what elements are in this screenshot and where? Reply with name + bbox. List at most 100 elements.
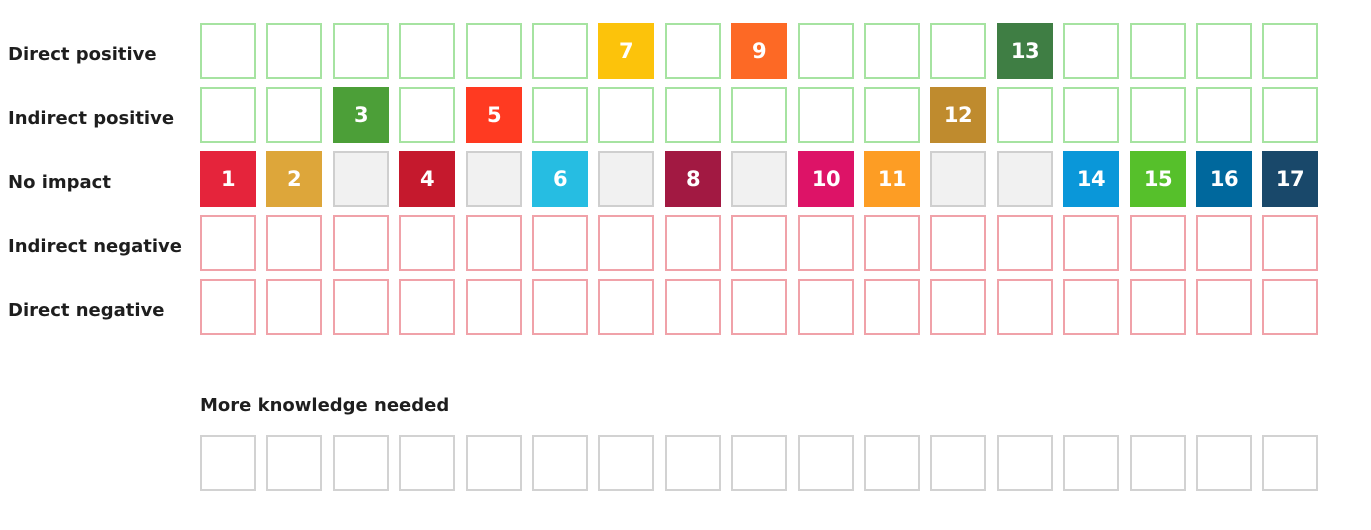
empty-slot-indirect-positive-14[interactable] xyxy=(1063,87,1119,143)
empty-slot-direct-positive-4[interactable] xyxy=(399,23,455,79)
empty-slot-direct-negative-11[interactable] xyxy=(864,279,920,335)
empty-slot-direct-negative-6[interactable] xyxy=(532,279,588,335)
empty-slot-direct-positive-15[interactable] xyxy=(1130,23,1186,79)
empty-slot-indirect-positive-4[interactable] xyxy=(399,87,455,143)
empty-slot-direct-positive-8[interactable] xyxy=(665,23,721,79)
empty-slot-direct-positive-10[interactable] xyxy=(798,23,854,79)
empty-slot-knowledge-15[interactable] xyxy=(1130,435,1186,491)
empty-slot-direct-positive-17[interactable] xyxy=(1262,23,1318,79)
empty-slot-knowledge-2[interactable] xyxy=(266,435,322,491)
empty-slot-knowledge-7[interactable] xyxy=(598,435,654,491)
empty-slot-indirect-negative-10[interactable] xyxy=(798,215,854,271)
empty-slot-knowledge-6[interactable] xyxy=(532,435,588,491)
empty-slot-indirect-negative-16[interactable] xyxy=(1196,215,1252,271)
empty-slot-indirect-negative-8[interactable] xyxy=(665,215,721,271)
empty-slot-indirect-negative-3[interactable] xyxy=(333,215,389,271)
empty-slot-knowledge-4[interactable] xyxy=(399,435,455,491)
empty-slot-indirect-negative-1[interactable] xyxy=(200,215,256,271)
empty-slot-indirect-negative-13[interactable] xyxy=(997,215,1053,271)
empty-slot-indirect-positive-15[interactable] xyxy=(1130,87,1186,143)
sdg-2-tile-no-impact[interactable]: 2 xyxy=(266,151,322,207)
empty-slot-indirect-negative-15[interactable] xyxy=(1130,215,1186,271)
empty-slot-direct-negative-4[interactable] xyxy=(399,279,455,335)
empty-slot-indirect-positive-6[interactable] xyxy=(532,87,588,143)
empty-slot-knowledge-16[interactable] xyxy=(1196,435,1252,491)
empty-slot-indirect-negative-12[interactable] xyxy=(930,215,986,271)
sdg-11-tile-no-impact[interactable]: 11 xyxy=(864,151,920,207)
sdg-16-tile-no-impact[interactable]: 16 xyxy=(1196,151,1252,207)
empty-slot-indirect-negative-14[interactable] xyxy=(1063,215,1119,271)
empty-slot-indirect-positive-16[interactable] xyxy=(1196,87,1252,143)
empty-slot-indirect-positive-2[interactable] xyxy=(266,87,322,143)
empty-slot-knowledge-14[interactable] xyxy=(1063,435,1119,491)
empty-slot-no-impact-3[interactable] xyxy=(333,151,389,207)
sdg-17-tile-no-impact[interactable]: 17 xyxy=(1262,151,1318,207)
empty-slot-direct-positive-12[interactable] xyxy=(930,23,986,79)
empty-slot-knowledge-9[interactable] xyxy=(731,435,787,491)
empty-slot-indirect-positive-17[interactable] xyxy=(1262,87,1318,143)
empty-slot-indirect-negative-9[interactable] xyxy=(731,215,787,271)
empty-slot-knowledge-12[interactable] xyxy=(930,435,986,491)
empty-slot-indirect-positive-7[interactable] xyxy=(598,87,654,143)
empty-slot-knowledge-10[interactable] xyxy=(798,435,854,491)
empty-slot-direct-positive-16[interactable] xyxy=(1196,23,1252,79)
empty-slot-no-impact-13[interactable] xyxy=(997,151,1053,207)
empty-slot-direct-negative-10[interactable] xyxy=(798,279,854,335)
empty-slot-direct-positive-1[interactable] xyxy=(200,23,256,79)
empty-slot-knowledge-11[interactable] xyxy=(864,435,920,491)
empty-slot-direct-negative-5[interactable] xyxy=(466,279,522,335)
empty-slot-direct-negative-9[interactable] xyxy=(731,279,787,335)
empty-slot-no-impact-12[interactable] xyxy=(930,151,986,207)
sdg-1-tile-no-impact[interactable]: 1 xyxy=(200,151,256,207)
empty-slot-direct-positive-14[interactable] xyxy=(1063,23,1119,79)
sdg-14-tile-no-impact[interactable]: 14 xyxy=(1063,151,1119,207)
empty-slot-indirect-negative-7[interactable] xyxy=(598,215,654,271)
sdg-5-tile-indirect-positive[interactable]: 5 xyxy=(466,87,522,143)
empty-slot-direct-negative-14[interactable] xyxy=(1063,279,1119,335)
empty-slot-knowledge-1[interactable] xyxy=(200,435,256,491)
empty-slot-direct-negative-3[interactable] xyxy=(333,279,389,335)
empty-slot-indirect-negative-2[interactable] xyxy=(266,215,322,271)
empty-slot-knowledge-17[interactable] xyxy=(1262,435,1318,491)
empty-slot-direct-positive-11[interactable] xyxy=(864,23,920,79)
sdg-13-tile-direct-positive[interactable]: 13 xyxy=(997,23,1053,79)
empty-slot-knowledge-5[interactable] xyxy=(466,435,522,491)
empty-slot-direct-negative-7[interactable] xyxy=(598,279,654,335)
empty-slot-knowledge-3[interactable] xyxy=(333,435,389,491)
empty-slot-indirect-negative-6[interactable] xyxy=(532,215,588,271)
sdg-4-tile-no-impact[interactable]: 4 xyxy=(399,151,455,207)
empty-slot-knowledge-8[interactable] xyxy=(665,435,721,491)
empty-slot-indirect-positive-9[interactable] xyxy=(731,87,787,143)
empty-slot-direct-negative-8[interactable] xyxy=(665,279,721,335)
empty-slot-direct-positive-6[interactable] xyxy=(532,23,588,79)
empty-slot-indirect-positive-10[interactable] xyxy=(798,87,854,143)
sdg-10-tile-no-impact[interactable]: 10 xyxy=(798,151,854,207)
empty-slot-direct-negative-13[interactable] xyxy=(997,279,1053,335)
empty-slot-direct-negative-16[interactable] xyxy=(1196,279,1252,335)
empty-slot-indirect-positive-11[interactable] xyxy=(864,87,920,143)
empty-slot-indirect-positive-1[interactable] xyxy=(200,87,256,143)
empty-slot-knowledge-13[interactable] xyxy=(997,435,1053,491)
sdg-6-tile-no-impact[interactable]: 6 xyxy=(532,151,588,207)
sdg-7-tile-direct-positive[interactable]: 7 xyxy=(598,23,654,79)
sdg-8-tile-no-impact[interactable]: 8 xyxy=(665,151,721,207)
empty-slot-indirect-negative-4[interactable] xyxy=(399,215,455,271)
empty-slot-direct-positive-5[interactable] xyxy=(466,23,522,79)
empty-slot-indirect-negative-17[interactable] xyxy=(1262,215,1318,271)
empty-slot-direct-positive-2[interactable] xyxy=(266,23,322,79)
empty-slot-no-impact-9[interactable] xyxy=(731,151,787,207)
empty-slot-indirect-negative-5[interactable] xyxy=(466,215,522,271)
empty-slot-direct-negative-1[interactable] xyxy=(200,279,256,335)
sdg-9-tile-direct-positive[interactable]: 9 xyxy=(731,23,787,79)
empty-slot-direct-negative-17[interactable] xyxy=(1262,279,1318,335)
sdg-15-tile-no-impact[interactable]: 15 xyxy=(1130,151,1186,207)
empty-slot-direct-positive-3[interactable] xyxy=(333,23,389,79)
empty-slot-direct-negative-15[interactable] xyxy=(1130,279,1186,335)
empty-slot-direct-negative-2[interactable] xyxy=(266,279,322,335)
empty-slot-no-impact-7[interactable] xyxy=(598,151,654,207)
empty-slot-indirect-positive-8[interactable] xyxy=(665,87,721,143)
empty-slot-direct-negative-12[interactable] xyxy=(930,279,986,335)
sdg-3-tile-indirect-positive[interactable]: 3 xyxy=(333,87,389,143)
empty-slot-no-impact-5[interactable] xyxy=(466,151,522,207)
sdg-12-tile-indirect-positive[interactable]: 12 xyxy=(930,87,986,143)
